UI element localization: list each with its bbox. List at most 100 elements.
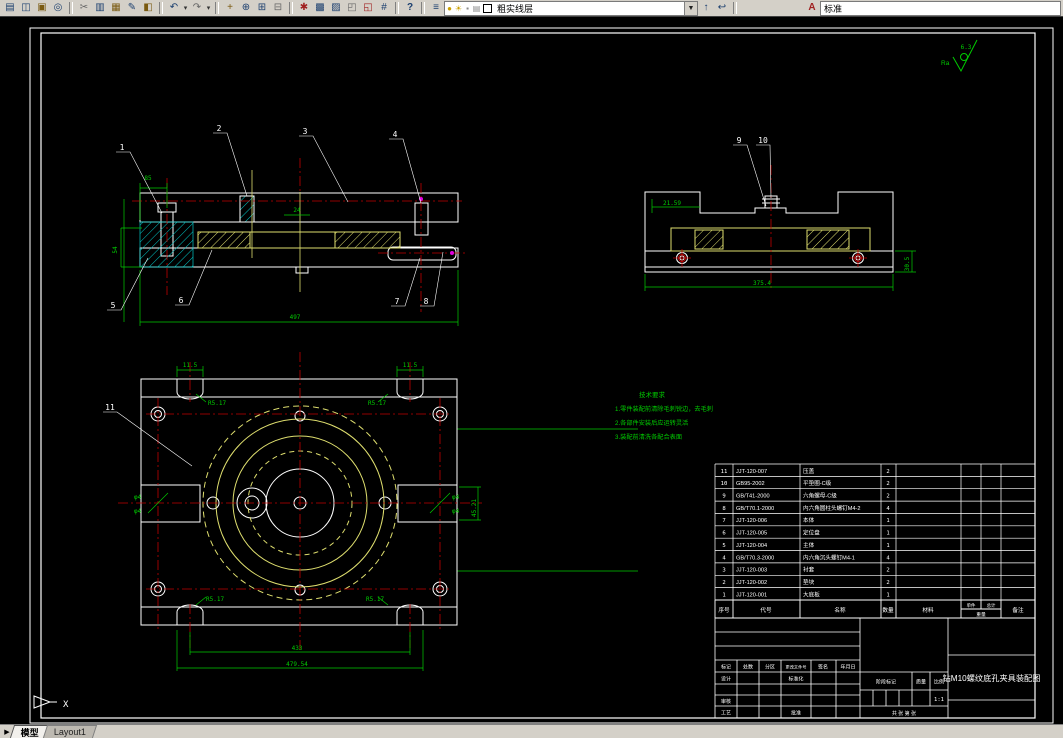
bom-no: 5 — [722, 543, 725, 549]
bom-no: 6 — [722, 531, 725, 537]
bom-name: 内六角圆柱头螺钉M4-2 — [803, 504, 861, 512]
tab-layout1[interactable]: Layout1 — [42, 725, 98, 738]
bom-no: 9 — [722, 494, 725, 500]
dim-text: 11.5 — [183, 362, 198, 369]
technical-notes: 技术要求 1.零件装配前清除毛刺锐边，去毛刺 2.各部件安装后应运转灵活 3.装… — [615, 390, 713, 441]
layer-previous-icon[interactable]: ↩ — [714, 1, 730, 15]
copy-icon[interactable]: ▥ — [92, 1, 108, 15]
make-layer-current-icon[interactable]: ↑ — [698, 1, 714, 15]
bom-code: JJT-120-001 — [736, 592, 767, 598]
svg-text:年月日: 年月日 — [840, 664, 855, 671]
plan-view[interactable]: 11.5 11.5 R5.17 R5.17 R5.17 R5.17 φ4 φ4 … — [103, 352, 482, 671]
standard-toolbar: ▤ ◫ ▣ ◎ ✂ ▥ ▦ ✎ ◧ ↶ ▾ ↷ ▾ + ⊕ ⊞ ⊟ ✱ ▩ ▨ … — [0, 0, 1063, 17]
match-properties-icon[interactable]: ✎ — [124, 1, 140, 15]
layer-properties-icon[interactable]: ≡ — [428, 1, 444, 15]
plot-preview-icon[interactable]: ◫ — [18, 1, 34, 15]
toolbar-separator — [215, 2, 219, 14]
svg-text:重量: 重量 — [976, 611, 986, 618]
balloon-10: 10 — [758, 136, 768, 145]
properties-icon[interactable]: ✱ — [296, 1, 312, 15]
redo-dropdown-icon[interactable]: ▾ — [205, 1, 212, 15]
svg-text:备注: 备注 — [1012, 606, 1024, 614]
sheet-set-icon[interactable]: ◰ — [344, 1, 360, 15]
zoom-realtime-icon[interactable]: ⊕ — [238, 1, 254, 15]
layout-tab-bar: ▶ 模型 Layout1 — [0, 724, 1063, 738]
zoom-window-icon[interactable]: ⊞ — [254, 1, 270, 15]
web-icon[interactable]: ◎ — [50, 1, 66, 15]
help-icon[interactable]: ? — [402, 1, 418, 15]
bom-name: 平垫圈-C级 — [803, 479, 832, 487]
ra-label: Ra — [941, 60, 950, 67]
bom-row: 3 JJT-120-003 衬套 2 — [722, 566, 889, 574]
balloon-11-leader — [103, 411, 193, 467]
radius-label: R5.17 — [208, 400, 226, 407]
toolbar-separator — [159, 2, 163, 14]
style-name: 标准 — [824, 3, 843, 14]
balloon-6: 6 — [179, 296, 184, 305]
svg-text:设计: 设计 — [721, 676, 731, 683]
bom-row: 7 JJT-120-006 本体 1 — [722, 516, 889, 524]
toolbar-separator — [289, 2, 293, 14]
balloon-4: 4 — [393, 130, 398, 139]
balloon-3: 3 — [303, 127, 308, 136]
note-line: 2.各部件安装后应运转灵活 — [615, 419, 688, 427]
designcenter-icon[interactable]: ▩ — [312, 1, 328, 15]
bom-header: 序号 代号 名称 数量 材料 单件 总计 重量 备注 — [718, 602, 1024, 618]
bom-rows: 11 JJT-120-007 压盖 2 10 GB95-2002 平垫圈-C级 … — [721, 467, 891, 599]
undo-dropdown-icon[interactable]: ▾ — [182, 1, 189, 15]
plot-icon[interactable]: ▤ — [2, 1, 18, 15]
sheet-frame — [29, 27, 1054, 724]
bom-row: 9 GB/T41-2000 六角螺母-C级 2 — [722, 492, 889, 500]
bom-no: 8 — [722, 506, 726, 512]
front-view[interactable]: 85 54 497 24 1 2 3 4 5 6 7 8 — [107, 124, 468, 326]
tool-palettes-icon[interactable]: ▨ — [328, 1, 344, 15]
style-dropdown[interactable]: 标准 — [820, 0, 1061, 16]
bom-no: 11 — [721, 469, 728, 475]
balloon-1: 1 — [120, 143, 125, 152]
svg-text:总计: 总计 — [987, 602, 996, 609]
quick-calc-icon[interactable]: # — [376, 1, 392, 15]
pan-icon[interactable]: + — [222, 1, 238, 15]
bom-name: 衬套 — [803, 566, 815, 574]
bom-qty: 1 — [886, 592, 889, 598]
bom-qty: 4 — [886, 555, 890, 561]
layer-on-icon: ● — [447, 3, 452, 13]
drawing-svg[interactable]: 85 54 497 24 1 2 3 4 5 6 7 8 21.59 375.4… — [0, 0, 1063, 738]
bom-code: JJT-120-002 — [736, 580, 767, 586]
bom-code: GB/T41-2000 — [736, 494, 770, 500]
zoom-previous-icon[interactable]: ⊟ — [270, 1, 286, 15]
redo-icon[interactable]: ↷ — [189, 1, 205, 15]
layer-color-swatch — [483, 3, 492, 13]
cut-icon[interactable]: ✂ — [76, 1, 92, 15]
text-style-icon[interactable]: A — [804, 1, 820, 15]
title-block: 标记 处数 分区 更改文件号 签名 年月日 设计 标准化 审核 工艺 批准 阶段… — [714, 618, 1040, 719]
dim-text: 11.5 — [403, 362, 418, 369]
markup-icon[interactable]: ◱ — [360, 1, 376, 15]
bom-code: JJT-120-006 — [736, 518, 767, 524]
block-editor-icon[interactable]: ◧ — [140, 1, 156, 15]
notes-title: 技术要求 — [639, 390, 666, 399]
bom-code: JJT-120-007 — [736, 469, 767, 475]
toolbar-separator — [421, 2, 425, 14]
layer-dropdown[interactable]: ● ☀ ▪ ▤ 粗实线层 ▼ — [444, 0, 698, 16]
dim-text: 24 — [293, 207, 301, 214]
toolbar-separator — [733, 2, 737, 14]
bom-name: 大底板 — [803, 590, 820, 598]
bom-qty: 2 — [886, 494, 889, 500]
bom-qty: 1 — [886, 518, 889, 524]
front-hatch-cyan — [139, 221, 194, 268]
plan-bolts — [150, 406, 448, 597]
svg-text:分区: 分区 — [765, 664, 775, 671]
svg-text:序号: 序号 — [718, 606, 730, 614]
layer-dropdown-arrow-icon[interactable]: ▼ — [684, 1, 697, 15]
svg-text:质量: 质量 — [916, 679, 926, 686]
title-block-grid — [714, 618, 1035, 719]
undo-icon[interactable]: ↶ — [166, 1, 182, 15]
paste-icon[interactable]: ▦ — [108, 1, 124, 15]
dim-text: 21.59 — [663, 200, 681, 207]
publish-icon[interactable]: ▣ — [34, 1, 50, 15]
svg-text:单件: 单件 — [967, 602, 976, 609]
bom-name: 主体 — [803, 541, 815, 549]
bom-row: 2 JJT-120-002 垫块 2 — [722, 578, 889, 586]
drawing-canvas[interactable]: 85 54 497 24 1 2 3 4 5 6 7 8 21.59 375.4… — [0, 0, 1063, 738]
